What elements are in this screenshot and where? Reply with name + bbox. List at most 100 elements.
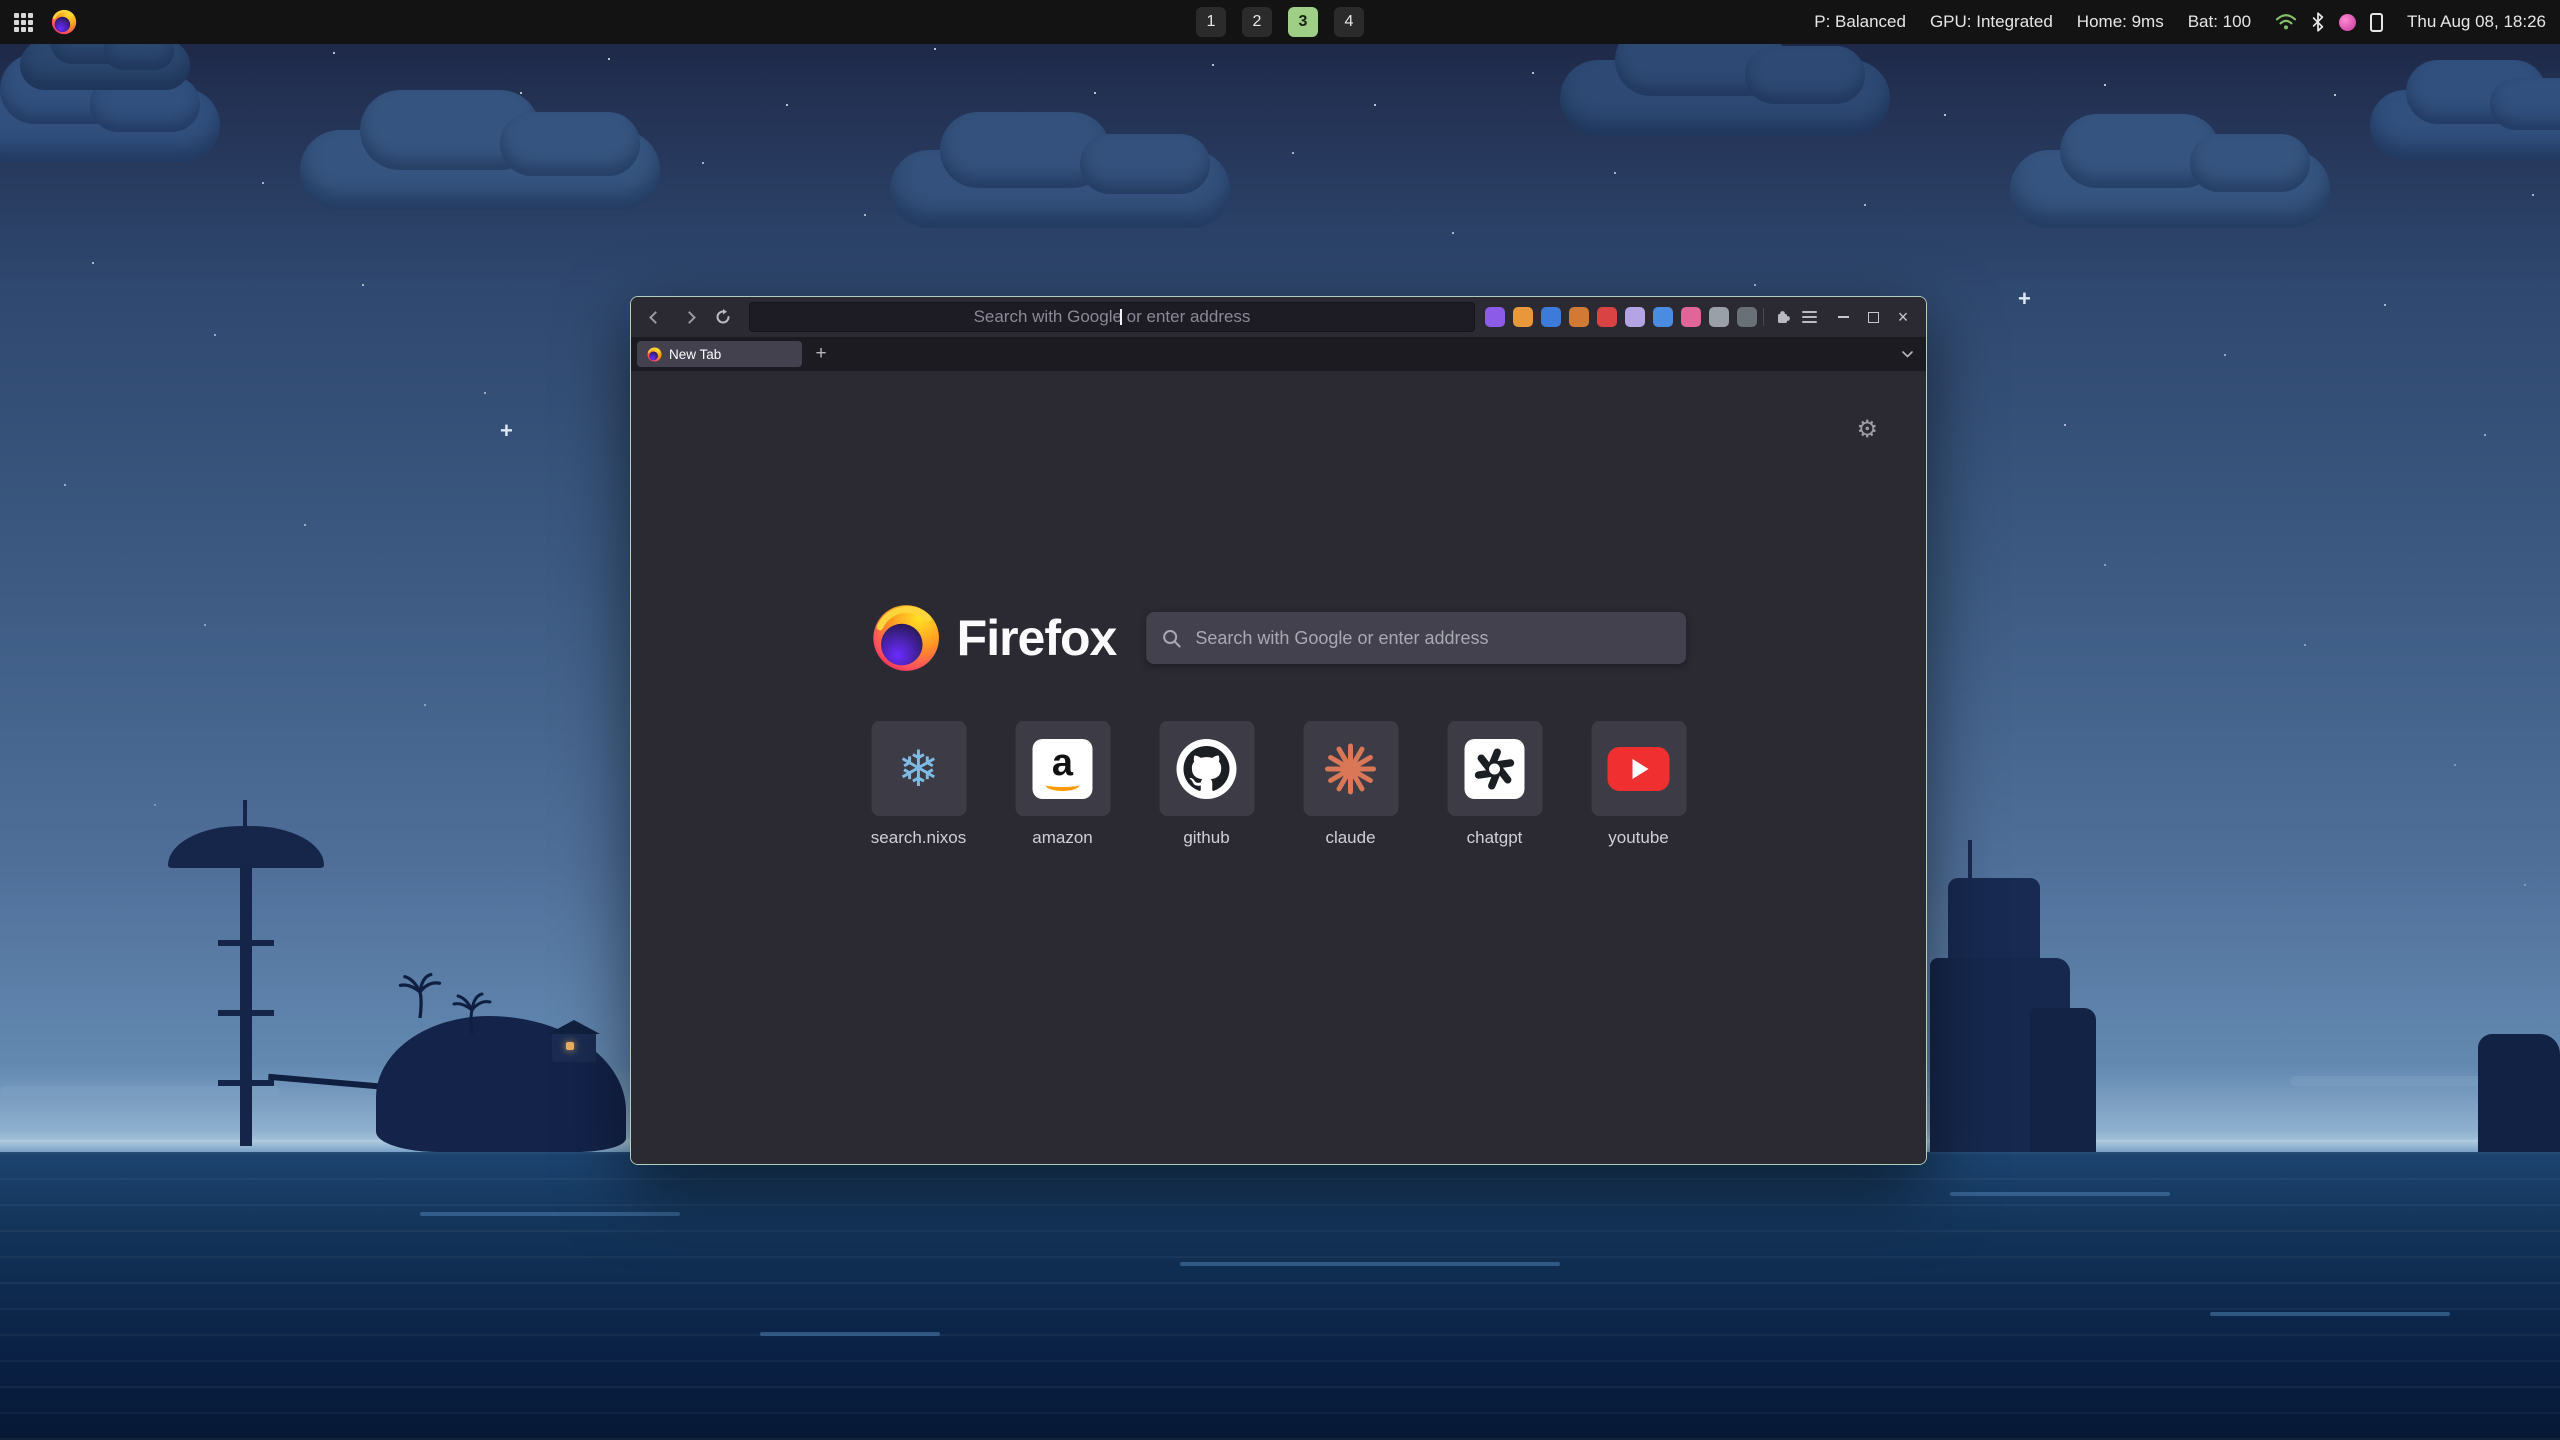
- hamburger-icon: [1802, 311, 1817, 323]
- wallpaper-cloud: [1560, 60, 1890, 136]
- shortcut-label: amazon: [1032, 828, 1092, 848]
- battery-status: Bat: 100: [2188, 12, 2251, 32]
- wallpaper-cloud: [300, 130, 660, 210]
- wallpaper-cliff-antenna: [1968, 840, 1972, 882]
- newtab-search-input[interactable]: [1193, 627, 1670, 650]
- back-button[interactable]: [641, 303, 669, 331]
- shortcut-amazon[interactable]: a amazon: [1015, 721, 1110, 848]
- puzzle-icon: [1774, 308, 1792, 326]
- wallpaper-glint: [1180, 1262, 1560, 1266]
- extensions-button[interactable]: [1770, 304, 1796, 330]
- shortcut-search-nixos[interactable]: ❄ search.nixos: [871, 721, 966, 848]
- wallpaper-cloud: [2010, 150, 2330, 228]
- reload-button[interactable]: [709, 303, 737, 331]
- shortcut-claude[interactable]: claude: [1303, 721, 1398, 848]
- tab-new-tab[interactable]: New Tab: [637, 341, 802, 367]
- wallpaper-tower-bar: [218, 1080, 274, 1086]
- chatgpt-icon: [1465, 739, 1525, 799]
- tab-title: New Tab: [669, 347, 721, 362]
- menu-button[interactable]: [1796, 304, 1822, 330]
- amazon-icon: a: [1033, 739, 1093, 799]
- reload-icon: [715, 309, 731, 325]
- extension-1-icon[interactable]: [1485, 307, 1505, 327]
- shortcuts-row: ❄ search.nixos a amazon: [871, 721, 1686, 848]
- extension-4-icon[interactable]: [1569, 307, 1589, 327]
- wallpaper-tower-bar: [218, 1010, 274, 1016]
- shortcut-chatgpt[interactable]: chatgpt: [1447, 721, 1542, 848]
- app-launcher-icon[interactable]: [14, 13, 33, 32]
- wallpaper-cloud: [2370, 90, 2560, 160]
- firefox-wordmark: Firefox: [957, 609, 1117, 667]
- workspace-3-active[interactable]: 3: [1288, 7, 1318, 37]
- browser-toolbar: ×: [631, 297, 1926, 337]
- personalize-gear-icon[interactable]: ⚙: [1856, 415, 1878, 443]
- extension-6-icon[interactable]: [1625, 307, 1645, 327]
- wallpaper-palm-tree: [452, 988, 492, 1034]
- shortcut-label: chatgpt: [1467, 828, 1523, 848]
- github-icon: [1177, 739, 1237, 799]
- wallpaper-glint: [420, 1212, 680, 1216]
- firefox-icon[interactable]: [51, 9, 77, 35]
- search-icon: [1162, 629, 1181, 648]
- window-controls: ×: [1830, 304, 1916, 330]
- urlbar-container: [749, 302, 1475, 332]
- close-button[interactable]: ×: [1890, 304, 1916, 330]
- wallpaper-horizon-cloud: [0, 1086, 280, 1096]
- wallpaper-glint: [760, 1332, 940, 1336]
- workspace-1[interactable]: 1: [1196, 7, 1226, 37]
- ping-status: Home: 9ms: [2077, 12, 2164, 32]
- workspace-2[interactable]: 2: [1242, 7, 1272, 37]
- tab-bar: New Tab +: [631, 337, 1926, 371]
- shortcut-label: search.nixos: [871, 828, 966, 848]
- shortcut-youtube[interactable]: youtube: [1591, 721, 1686, 848]
- shortcut-label: github: [1183, 828, 1229, 848]
- wallpaper-tower-pole: [240, 862, 252, 1146]
- list-all-tabs-button[interactable]: [1894, 341, 1920, 367]
- workspace-4[interactable]: 4: [1334, 7, 1364, 37]
- nixos-icon: ❄: [898, 744, 940, 794]
- gpu-status: GPU: Integrated: [1930, 12, 2053, 32]
- wallpaper-hut-light: [566, 1042, 574, 1050]
- newtab-page: ⚙ Firefox: [631, 371, 1926, 1164]
- maximize-button[interactable]: [1860, 304, 1886, 330]
- newtab-hero: Firefox: [871, 603, 1687, 673]
- extension-2-icon[interactable]: [1513, 307, 1533, 327]
- urlbar-input[interactable]: [749, 302, 1475, 332]
- extension-5-icon[interactable]: [1597, 307, 1617, 327]
- extension-9-icon[interactable]: [1709, 307, 1729, 327]
- shortcut-github[interactable]: github: [1159, 721, 1254, 848]
- wallpaper-hut: [552, 1032, 596, 1062]
- power-profile-status: P: Balanced: [1814, 12, 1906, 32]
- bluetooth-icon[interactable]: [2311, 12, 2325, 32]
- chevron-down-icon: [1902, 351, 1913, 358]
- wallpaper-cloud: [20, 40, 190, 90]
- forward-button[interactable]: [675, 303, 703, 331]
- extension-8-icon[interactable]: [1681, 307, 1701, 327]
- color-profile-icon[interactable]: [2339, 14, 2356, 31]
- urlbar-caret: [1120, 309, 1122, 325]
- wallpaper-glint: [1950, 1192, 2170, 1196]
- wallpaper-rock: [2478, 1034, 2560, 1154]
- claude-icon: [1323, 741, 1379, 797]
- newtab-search-bar[interactable]: [1146, 612, 1686, 664]
- wallpaper-sparkle: +: [500, 420, 513, 442]
- new-tab-button[interactable]: +: [808, 341, 834, 367]
- youtube-icon: [1608, 747, 1670, 791]
- device-icon[interactable]: [2370, 13, 2383, 32]
- wallpaper-cloud: [0, 88, 220, 162]
- wallpaper-tower-bar: [218, 940, 274, 946]
- firefox-logo: [871, 603, 941, 673]
- extension-7-icon[interactable]: [1653, 307, 1673, 327]
- firefox-window: × New Tab +: [630, 296, 1927, 1165]
- clock: Thu Aug 08, 18:26: [2407, 12, 2546, 32]
- wallpaper-cliff: [2030, 1008, 2096, 1154]
- wallpaper-palm-tree: [398, 968, 442, 1018]
- wallpaper-sparkle: +: [2018, 288, 2031, 310]
- wifi-icon[interactable]: [2275, 13, 2297, 31]
- extension-3-icon[interactable]: [1541, 307, 1561, 327]
- minimize-button[interactable]: [1830, 304, 1856, 330]
- toolbar-separator: [1763, 308, 1764, 326]
- extension-10-icon[interactable]: [1737, 307, 1757, 327]
- shortcut-label: claude: [1325, 828, 1375, 848]
- workspace-switcher: 1 2 3 4: [1196, 7, 1364, 37]
